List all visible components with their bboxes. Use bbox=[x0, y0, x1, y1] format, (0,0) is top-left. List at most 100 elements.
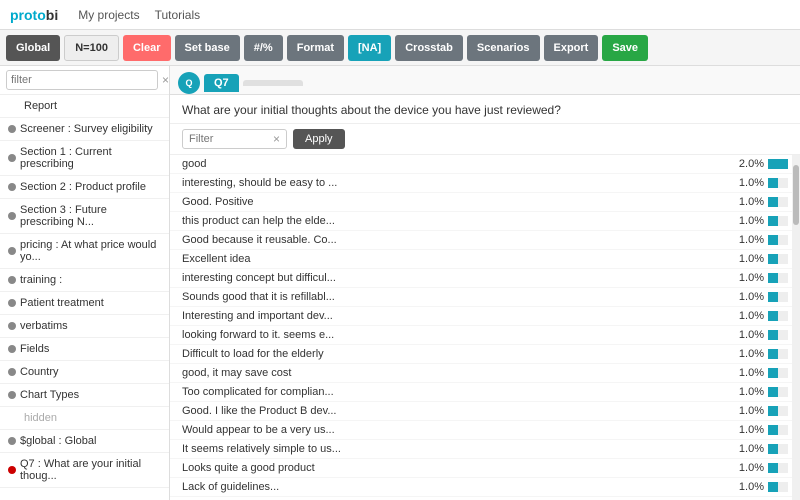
response-bar bbox=[768, 197, 778, 207]
response-bar-wrap bbox=[768, 292, 788, 302]
response-row: interesting, should be easy to ...1.0% bbox=[170, 174, 800, 193]
response-bar bbox=[768, 444, 778, 454]
response-row: Too complicated for complian...1.0% bbox=[170, 383, 800, 402]
na-button[interactable]: [NA] bbox=[348, 35, 391, 61]
global-button[interactable]: Global bbox=[6, 35, 60, 61]
sidebar-filter-clear[interactable]: × bbox=[162, 73, 169, 87]
sidebar-dot bbox=[8, 299, 16, 307]
response-row: good2.0% bbox=[170, 155, 800, 174]
sidebar-item-11[interactable]: Chart Types bbox=[0, 384, 169, 407]
response-pct: 1.0% bbox=[718, 443, 768, 455]
sidebar-item-label: Screener : Survey eligibility bbox=[20, 123, 153, 135]
response-bar bbox=[768, 406, 778, 416]
clear-button[interactable]: Clear bbox=[123, 35, 171, 61]
response-bar bbox=[768, 349, 778, 359]
hash-button[interactable]: #/% bbox=[244, 35, 283, 61]
sidebar-item-2[interactable]: Section 1 : Current prescribing bbox=[0, 141, 169, 176]
response-bar bbox=[768, 482, 778, 492]
response-row: Sounds good that it is refillabl...1.0% bbox=[170, 288, 800, 307]
response-bar bbox=[768, 292, 778, 302]
response-pct: 1.0% bbox=[718, 329, 768, 341]
sidebar-filter-input[interactable] bbox=[6, 70, 158, 90]
response-row: Looks quite a good product1.0% bbox=[170, 459, 800, 478]
format-button[interactable]: Format bbox=[287, 35, 344, 61]
response-text: Looks quite a good product bbox=[182, 462, 718, 474]
response-pct: 1.0% bbox=[718, 196, 768, 208]
response-filter-wrap: × bbox=[182, 129, 287, 149]
scroll-thumb[interactable] bbox=[793, 165, 799, 225]
sidebar-filter-bar: × ▽ △ bbox=[0, 66, 169, 95]
sidebar-item-3[interactable]: Section 2 : Product profile bbox=[0, 176, 169, 199]
response-pct: 1.0% bbox=[718, 462, 768, 474]
sidebar-item-label: Section 3 : Future prescribing N... bbox=[20, 204, 161, 228]
sidebar-dot bbox=[8, 345, 16, 353]
nav-my-projects[interactable]: My projects bbox=[78, 8, 139, 22]
sidebar-item-14[interactable]: Q7 : What are your initial thoug... bbox=[0, 453, 169, 488]
sidebar-item-label: Country bbox=[20, 366, 59, 378]
response-bar-wrap bbox=[768, 349, 788, 359]
response-pct: 1.0% bbox=[718, 272, 768, 284]
response-table: good2.0%interesting, should be easy to .… bbox=[170, 155, 800, 500]
response-bar bbox=[768, 311, 778, 321]
sidebar-item-label: hidden bbox=[24, 412, 57, 424]
response-pct: 1.0% bbox=[718, 386, 768, 398]
sidebar-item-7[interactable]: Patient treatment bbox=[0, 292, 169, 315]
setbase-button[interactable]: Set base bbox=[175, 35, 240, 61]
sidebar-item-6[interactable]: training : bbox=[0, 269, 169, 292]
sidebar-item-13[interactable]: $global : Global bbox=[0, 430, 169, 453]
n100-button[interactable]: N=100 bbox=[64, 35, 119, 61]
sidebar-item-5[interactable]: pricing : At what price would yo... bbox=[0, 234, 169, 269]
export-button[interactable]: Export bbox=[544, 35, 599, 61]
empty-tab[interactable] bbox=[243, 80, 303, 86]
response-bar-wrap bbox=[768, 159, 788, 169]
sidebar-item-9[interactable]: Fields bbox=[0, 338, 169, 361]
sidebar-item-label: training : bbox=[20, 274, 62, 286]
sidebar-item-10[interactable]: Country bbox=[0, 361, 169, 384]
q7-tab[interactable]: Q7 bbox=[204, 74, 239, 92]
response-text: interesting, should be easy to ... bbox=[182, 177, 718, 189]
response-row: Good. I like the Product B dev...1.0% bbox=[170, 402, 800, 421]
response-filter-bar: × Apply bbox=[170, 124, 800, 155]
response-row: Good. Positive1.0% bbox=[170, 193, 800, 212]
response-filter-clear[interactable]: × bbox=[273, 132, 280, 146]
sidebar-item-4[interactable]: Section 3 : Future prescribing N... bbox=[0, 199, 169, 234]
sidebar-item-1[interactable]: Screener : Survey eligibility bbox=[0, 118, 169, 141]
response-bar-wrap bbox=[768, 406, 788, 416]
response-filter-input[interactable] bbox=[189, 133, 269, 145]
sidebar-dot bbox=[8, 154, 16, 162]
sidebar: × ▽ △ Report Screener : Survey eligibilit… bbox=[0, 66, 170, 500]
sidebar-item-label: $global : Global bbox=[20, 435, 96, 447]
sidebar-item-label: Chart Types bbox=[20, 389, 79, 401]
sidebar-item-8[interactable]: verbatims bbox=[0, 315, 169, 338]
content-panel: Q Q7 What are your initial thoughts abou… bbox=[170, 66, 800, 500]
sidebar-item-0[interactable]: Report bbox=[0, 95, 169, 118]
sidebar-dot bbox=[8, 437, 16, 445]
response-bar bbox=[768, 425, 778, 435]
apply-button[interactable]: Apply bbox=[293, 129, 345, 149]
sidebar-dot bbox=[8, 125, 16, 133]
scenarios-button[interactable]: Scenarios bbox=[467, 35, 540, 61]
save-button[interactable]: Save bbox=[602, 35, 648, 61]
response-row: It seems relatively simple to us...1.0% bbox=[170, 440, 800, 459]
response-row: Excellent idea1.0% bbox=[170, 250, 800, 269]
response-text: Good. Positive bbox=[182, 196, 718, 208]
crosstab-button[interactable]: Crosstab bbox=[395, 35, 463, 61]
response-bar-wrap bbox=[768, 178, 788, 188]
response-bar-wrap bbox=[768, 254, 788, 264]
q-avatar: Q bbox=[178, 72, 200, 94]
logo[interactable]: protobi bbox=[10, 7, 58, 23]
response-pct: 2.0% bbox=[718, 158, 768, 170]
sidebar-dot bbox=[8, 322, 16, 330]
response-text: interesting concept but difficul... bbox=[182, 272, 718, 284]
response-text: Would appear to be a very us... bbox=[182, 424, 718, 436]
response-pct: 1.0% bbox=[718, 253, 768, 265]
response-text: Good. I like the Product B dev... bbox=[182, 405, 718, 417]
response-bar-wrap bbox=[768, 216, 788, 226]
sidebar-item-12[interactable]: hidden bbox=[0, 407, 169, 430]
response-pct: 1.0% bbox=[718, 310, 768, 322]
nav-tutorials[interactable]: Tutorials bbox=[155, 8, 201, 22]
response-bar bbox=[768, 159, 788, 169]
question-text: What are your initial thoughts about the… bbox=[170, 95, 800, 124]
scrollbar[interactable] bbox=[792, 155, 800, 500]
response-bar bbox=[768, 178, 778, 188]
